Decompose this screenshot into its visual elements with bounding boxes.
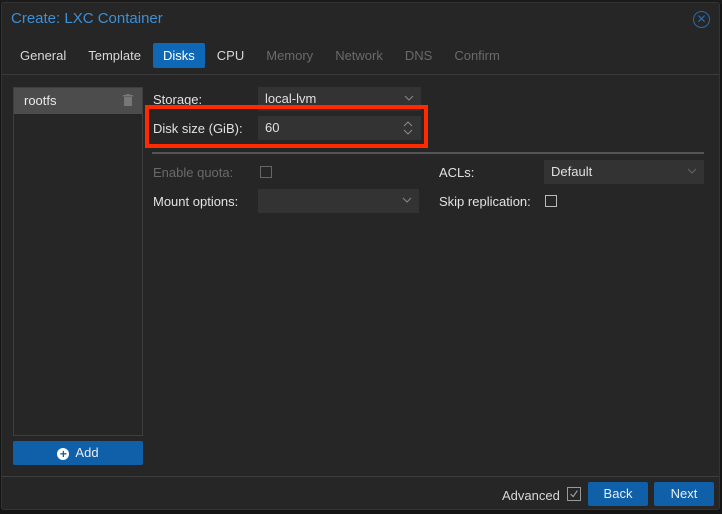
disks-panel: rootfs + Add Storage: local-lvm Disk size… xyxy=(2,75,719,477)
acls-label: ACLs: xyxy=(439,165,475,180)
close-icon[interactable]: ✕ xyxy=(693,11,710,28)
disk-list-item-rootfs[interactable]: rootfs xyxy=(14,88,142,114)
create-lxc-dialog: Create: LXC Container ✕ General Template… xyxy=(1,2,720,510)
enable-quota-checkbox xyxy=(260,166,272,178)
tab-cpu[interactable]: CPU xyxy=(207,43,254,68)
tab-network: Network xyxy=(335,48,383,63)
tab-disks[interactable]: Disks xyxy=(153,43,205,68)
chevron-down-icon xyxy=(402,197,412,203)
tab-confirm: Confirm xyxy=(454,48,500,63)
highlight-box xyxy=(145,105,428,148)
storage-value: local-lvm xyxy=(265,91,317,106)
next-button[interactable]: Next xyxy=(654,482,714,506)
tab-general[interactable]: General xyxy=(10,43,76,68)
dialog-titlebar: Create: LXC Container ✕ xyxy=(2,3,719,37)
tab-template[interactable]: Template xyxy=(78,43,151,68)
chevron-down-icon xyxy=(687,168,697,174)
advanced-checkbox[interactable] xyxy=(567,487,581,501)
mount-options-select[interactable] xyxy=(258,189,419,213)
acls-select[interactable]: Default xyxy=(544,160,704,184)
tab-dns: DNS xyxy=(404,48,433,63)
wizard-tabs: General Template Disks CPU Memory Networ… xyxy=(10,43,512,68)
plus-circle-icon: + xyxy=(57,448,70,460)
form-divider xyxy=(152,152,704,154)
dialog-title: Create: LXC Container xyxy=(11,10,163,27)
skip-replication-label: Skip replication: xyxy=(439,194,531,209)
disk-item-label: rootfs xyxy=(24,93,57,108)
acls-value: Default xyxy=(551,164,593,179)
enable-quota-label: Enable quota: xyxy=(153,165,234,180)
chevron-down-icon xyxy=(404,95,414,101)
tab-memory: Memory xyxy=(266,48,314,63)
add-disk-button[interactable]: + Add xyxy=(13,441,143,465)
mount-options-label: Mount options: xyxy=(153,194,239,209)
disk-list: rootfs xyxy=(13,87,143,436)
add-button-label: Add xyxy=(75,445,99,460)
dialog-footer: Advanced Back Next xyxy=(2,479,719,511)
skip-replication-checkbox[interactable] xyxy=(545,195,557,207)
back-button[interactable]: Back xyxy=(588,482,648,506)
trash-icon[interactable] xyxy=(123,94,133,106)
advanced-label: Advanced xyxy=(502,488,560,503)
